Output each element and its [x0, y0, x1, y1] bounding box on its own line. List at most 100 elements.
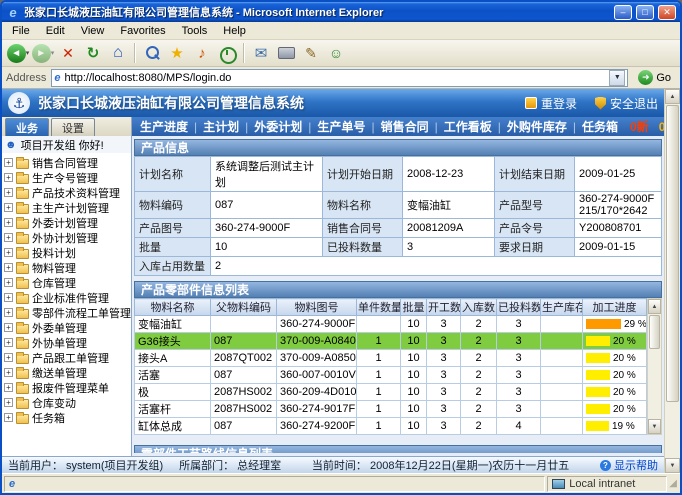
menu-item-4[interactable]: Tools — [174, 23, 216, 39]
print-button[interactable] — [274, 42, 298, 65]
expander-icon[interactable]: + — [4, 338, 13, 347]
nav-link-7[interactable]: 任务箱 — [582, 118, 618, 135]
nav-link-6[interactable]: 外购件库存 — [507, 118, 567, 135]
expander-icon[interactable]: + — [4, 383, 13, 392]
logout-button[interactable]: 安全退出 — [595, 95, 658, 112]
sidebar-item-0[interactable]: +销售合同管理 — [4, 155, 131, 170]
parts-scroll-thumb[interactable] — [649, 315, 660, 349]
address-input[interactable]: e http://localhost:8080/MPS/login.do ▼ — [51, 69, 628, 87]
sidebar-item-10[interactable]: +零部件流程工单管理 — [4, 305, 131, 320]
relogin-button[interactable]: 重登录 — [525, 95, 577, 112]
sidebar-item-14[interactable]: +缴送单管理 — [4, 365, 131, 380]
nav-link-5[interactable]: 工作看板 — [444, 118, 492, 135]
nav-link-1[interactable]: 主计划 — [203, 118, 239, 135]
nav-link-2[interactable]: 外委计划 — [254, 118, 302, 135]
history-button[interactable] — [215, 42, 239, 65]
search-button[interactable] — [140, 42, 164, 65]
sidebar-item-17[interactable]: +任务箱 — [4, 410, 131, 425]
address-dropdown-icon[interactable]: ▼ — [609, 70, 625, 86]
sidebar-item-15[interactable]: +报废件管理菜单 — [4, 380, 131, 395]
parts-scrollbar[interactable]: ▲ ▼ — [647, 298, 662, 435]
menu-item-0[interactable]: File — [4, 23, 38, 39]
nav-link-0[interactable]: 生产进度 — [140, 118, 188, 135]
messenger-button[interactable] — [324, 42, 348, 65]
minimize-button[interactable]: – — [614, 5, 632, 20]
sidebar-item-7[interactable]: +物料管理 — [4, 260, 131, 275]
sidebar-item-5[interactable]: +外协计划管理 — [4, 230, 131, 245]
page-scrollbar[interactable]: ▲ ▼ — [664, 89, 680, 473]
expander-icon[interactable]: + — [4, 248, 13, 257]
back-button[interactable] — [6, 42, 30, 65]
expander-icon[interactable]: + — [4, 398, 13, 407]
expander-icon[interactable]: + — [4, 368, 13, 377]
menu-item-3[interactable]: Favorites — [112, 23, 173, 39]
expander-icon[interactable]: + — [4, 158, 13, 167]
table-row[interactable]: G36接头087370-009-A084011032320 % — [135, 333, 647, 350]
tab-business[interactable]: 业务 — [5, 118, 49, 136]
show-help-link[interactable]: ? 显示帮助 — [600, 457, 658, 473]
edit-button[interactable] — [299, 42, 323, 65]
expander-icon[interactable]: + — [4, 218, 13, 227]
home-button[interactable] — [106, 42, 130, 65]
sidebar-item-12[interactable]: +外协单管理 — [4, 335, 131, 350]
expander-icon[interactable]: + — [4, 263, 13, 272]
expander-icon[interactable]: + — [4, 233, 13, 242]
maximize-button[interactable]: □ — [636, 5, 654, 20]
expander-icon[interactable]: + — [4, 353, 13, 362]
cell — [357, 316, 401, 333]
menu-item-1[interactable]: Edit — [38, 23, 73, 39]
sidebar-item-1[interactable]: +生产令号管理 — [4, 170, 131, 185]
refresh-button[interactable] — [81, 42, 105, 65]
expander-icon[interactable]: + — [4, 293, 13, 302]
stop-button[interactable] — [56, 42, 80, 65]
nav-link-4[interactable]: 销售合同 — [381, 118, 429, 135]
expander-icon[interactable]: + — [4, 308, 13, 317]
expander-icon[interactable]: + — [4, 413, 13, 422]
field-value: 3 — [403, 238, 495, 257]
table-row[interactable]: 活塞杆2087HS002360-274-9017F11032320 % — [135, 401, 647, 418]
sidebar-item-6[interactable]: +投料计划 — [4, 245, 131, 260]
page-scroll-thumb[interactable] — [666, 105, 679, 402]
sidebar-item-8[interactable]: +仓库管理 — [4, 275, 131, 290]
sidebar-item-13[interactable]: +产品跟工单管理 — [4, 350, 131, 365]
go-button[interactable]: ➜ Go — [633, 70, 676, 85]
scroll-down-icon[interactable]: ▼ — [665, 458, 680, 473]
resize-grip[interactable]: ◢ — [669, 478, 678, 489]
sidebar-item-11[interactable]: + 外委单管理 — [4, 320, 131, 335]
expander-icon[interactable]: + — [4, 188, 13, 197]
menu-item-5[interactable]: Help — [215, 23, 254, 39]
address-url: http://localhost:8080/MPS/login.do — [64, 72, 605, 84]
table-row[interactable]: 极2087HS002360-209-4D01011032320 % — [135, 384, 647, 401]
sidebar-item-16[interactable]: +仓库变动 — [4, 395, 131, 410]
expander-icon[interactable]: + — [4, 203, 13, 212]
media-button[interactable] — [190, 42, 214, 65]
expander-icon[interactable]: + — [4, 278, 13, 287]
sidebar-item-4[interactable]: +外委计划管理 — [4, 215, 131, 230]
route-header: 零部件工艺路线信息列表 — [134, 445, 662, 453]
table-row[interactable]: 变幅油缸360-274-9000F1032329 % — [135, 316, 647, 333]
sidebar-item-3[interactable]: +主生产计划管理 — [4, 200, 131, 215]
forward-button[interactable] — [31, 42, 55, 65]
progress-label: 20 % — [613, 387, 636, 398]
menu-item-2[interactable]: View — [73, 23, 113, 39]
mail-button[interactable] — [249, 42, 273, 65]
sidebar-item-2[interactable]: +产品技术资料管理 — [4, 185, 131, 200]
expander-icon[interactable]: + — [4, 323, 13, 332]
sidebar-item-label: 外委单管理 — [32, 320, 87, 335]
favorites-button[interactable] — [165, 42, 189, 65]
table-row[interactable]: 接头A2087QT002370-009-A085011032320 % — [135, 350, 647, 367]
title-bar[interactable]: e 张家口长城液压油缸有限公司管理信息系统 - Microsoft Intern… — [2, 2, 680, 22]
scroll-down-icon[interactable]: ▼ — [648, 419, 661, 434]
parts-scroll-track[interactable] — [648, 314, 661, 419]
table-row[interactable]: 缸体总成087360-274-9200F11032419 % — [135, 418, 647, 435]
cell: 3 — [497, 401, 541, 418]
tab-settings[interactable]: 设置 — [51, 118, 95, 136]
nav-link-3[interactable]: 生产单号 — [317, 118, 365, 135]
expander-icon[interactable]: + — [4, 173, 13, 182]
scroll-up-icon[interactable]: ▲ — [648, 299, 661, 314]
table-row[interactable]: 活塞087360-007-0010V11032320 % — [135, 367, 647, 384]
page-scroll-track[interactable] — [665, 104, 680, 458]
close-button[interactable]: ✕ — [658, 5, 676, 20]
sidebar-item-9[interactable]: +企业标准件管理 — [4, 290, 131, 305]
scroll-up-icon[interactable]: ▲ — [665, 89, 680, 104]
